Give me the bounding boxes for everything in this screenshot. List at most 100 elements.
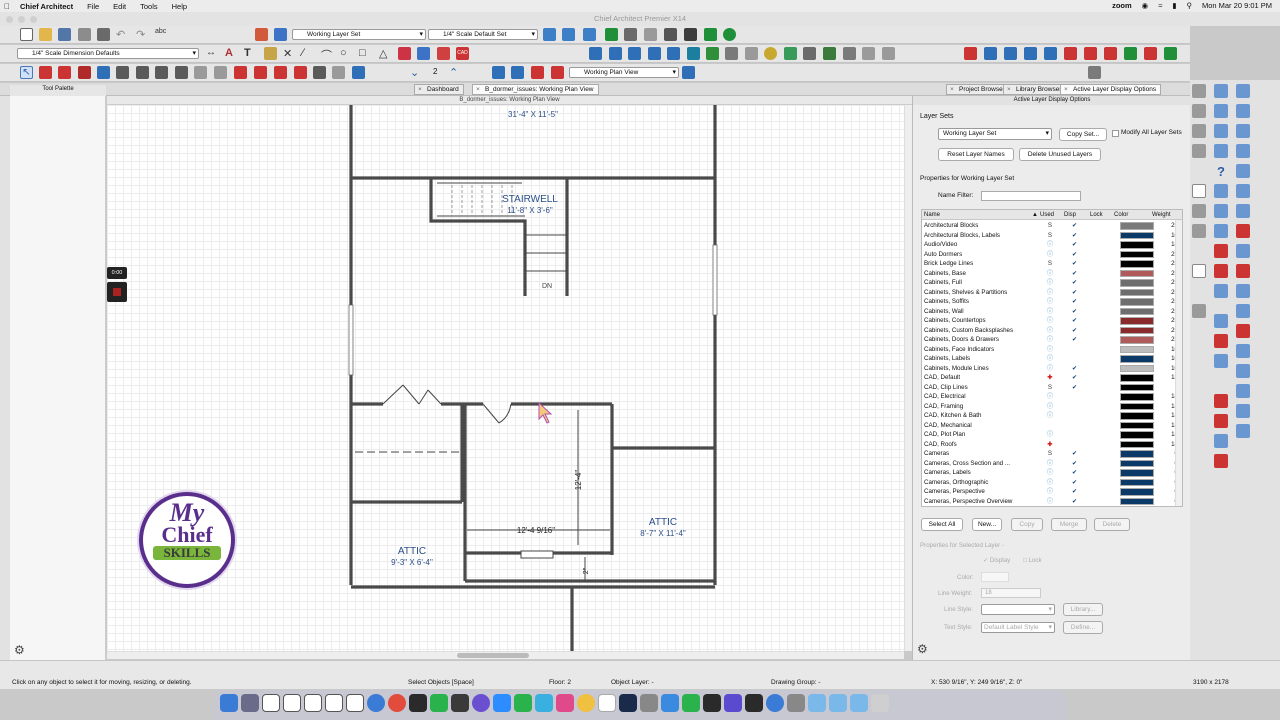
display-check-icon[interactable]: ✔ <box>1072 449 1077 459</box>
overview-icon[interactable] <box>644 28 657 41</box>
display-check-icon[interactable]: ✔ <box>1072 231 1077 241</box>
layer-display-icon[interactable] <box>255 28 268 41</box>
angle-snap-icon[interactable] <box>1214 204 1228 218</box>
display-check-icon[interactable]: ✔ <box>1072 221 1077 231</box>
gear-icon[interactable]: ⚙ <box>14 643 25 657</box>
fill-window-icon[interactable] <box>1214 124 1228 138</box>
dimension-small[interactable]: 2" <box>583 567 590 574</box>
layer-color-swatch[interactable] <box>1120 393 1154 401</box>
railing-icon[interactable] <box>78 66 91 79</box>
tools-icon[interactable] <box>583 28 596 41</box>
cone-icon[interactable] <box>1192 264 1206 278</box>
display-check-icon[interactable]: ✔ <box>1072 269 1077 279</box>
lock-cell[interactable] <box>1092 421 1102 430</box>
layer-color-swatch[interactable] <box>1120 421 1154 429</box>
open-folder-icon[interactable] <box>39 28 52 41</box>
slab-icon[interactable] <box>1192 304 1206 318</box>
col-lock[interactable]: Lock <box>1090 210 1103 220</box>
layer-row[interactable]: Cabinets, Labelsⓘ10 <box>922 354 1182 364</box>
spell-check-icon[interactable]: abc <box>155 28 168 41</box>
undo-zoom-icon[interactable] <box>1236 104 1250 118</box>
select-all-button[interactable]: Select All <box>921 518 963 531</box>
layer-row[interactable]: CAD, Default✚✔18 <box>922 373 1182 383</box>
door-tool-icon[interactable] <box>116 66 129 79</box>
display-check-icon[interactable]: ✔ <box>1072 487 1077 497</box>
rotate-icon[interactable] <box>1236 204 1250 218</box>
move-icon[interactable] <box>1236 164 1250 178</box>
curve-icon[interactable] <box>1214 264 1228 278</box>
library-button[interactable]: Library... <box>1063 603 1103 616</box>
obs-icon[interactable] <box>703 694 721 712</box>
section-icon[interactable] <box>1214 314 1228 328</box>
lock-cell[interactable] <box>1092 487 1102 496</box>
circle-tool-icon[interactable]: ○ <box>340 47 353 60</box>
search-icon[interactable]: ⚲ <box>1186 1 1192 10</box>
layout-view-icon[interactable] <box>531 66 544 79</box>
display-check-icon[interactable]: ✔ <box>1072 478 1077 488</box>
build-furniture-icon[interactable] <box>1164 47 1177 60</box>
lock-cell[interactable] <box>1092 345 1102 354</box>
layer-color-swatch[interactable] <box>1120 488 1154 496</box>
help-icon[interactable]: ? <box>1214 164 1228 179</box>
zoom-app-icon[interactable] <box>493 694 511 712</box>
layer-color-swatch[interactable] <box>1120 288 1154 296</box>
layer-color-swatch[interactable] <box>1120 402 1154 410</box>
camera-elevation-icon[interactable] <box>609 47 622 60</box>
lock-cell[interactable] <box>1092 411 1102 420</box>
tool-options-icon[interactable] <box>1088 66 1101 79</box>
fillet-icon[interactable] <box>1236 404 1250 418</box>
lock-cell[interactable] <box>1092 383 1102 392</box>
layer-color-swatch[interactable] <box>1120 440 1154 448</box>
display-check-icon[interactable]: ✔ <box>1072 240 1077 250</box>
activity-monitor-icon[interactable] <box>745 694 763 712</box>
lock-cell[interactable] <box>1092 364 1102 373</box>
lock-cell[interactable] <box>1092 402 1102 411</box>
delete-layer-button[interactable]: Delete <box>1094 518 1130 531</box>
trim-icon[interactable] <box>1214 284 1228 298</box>
elevation-view-icon[interactable] <box>511 66 524 79</box>
chrome-icon[interactable] <box>388 694 406 712</box>
display-check-icon[interactable]: ✔ <box>1072 373 1077 383</box>
layer-color-swatch[interactable] <box>1120 326 1154 334</box>
lock-cell[interactable] <box>1092 449 1102 458</box>
lock-checkbox[interactable]: □ Lock <box>1023 557 1042 564</box>
camera-view-icon[interactable] <box>605 28 618 41</box>
offset-icon[interactable] <box>1236 384 1250 398</box>
display-check-icon[interactable]: ✔ <box>1072 364 1077 374</box>
facetime-icon[interactable] <box>514 694 532 712</box>
lock-cell[interactable] <box>1092 440 1102 449</box>
extend-icon[interactable] <box>1236 364 1250 378</box>
app-icon[interactable] <box>451 694 469 712</box>
layer-row[interactable]: Cabinets, Soffitsⓘ✔25 <box>922 297 1182 307</box>
camera-icon[interactable]: ◉ <box>1142 1 1149 10</box>
layer-row[interactable]: Cameras, Cross Section and ...ⓘ✔0 <box>922 459 1182 469</box>
materials-view-icon[interactable] <box>551 66 564 79</box>
col-used[interactable]: Used <box>1040 210 1054 220</box>
stop-recording-button[interactable] <box>107 282 127 302</box>
join-icon[interactable] <box>1214 434 1228 448</box>
lock-cell[interactable] <box>1092 459 1102 468</box>
name-filter-input[interactable] <box>981 191 1081 201</box>
display-check-icon[interactable]: ✔ <box>1072 459 1077 469</box>
new-plan-icon[interactable] <box>20 28 33 41</box>
photos-icon[interactable] <box>577 694 595 712</box>
layer-color-swatch[interactable] <box>1120 307 1154 315</box>
chief-architect-x12-icon[interactable] <box>283 694 301 712</box>
zoom-out-icon[interactable] <box>1214 104 1228 118</box>
wifi-icon[interactable]: ≈ <box>1158 1 1162 10</box>
display-check-icon[interactable]: ✔ <box>1072 288 1077 298</box>
cad-icon[interactable]: CAD <box>456 47 469 60</box>
chamfer-icon[interactable] <box>1236 424 1250 438</box>
layer-row[interactable]: Cabinets, Custom Backsplashesⓘ✔25 <box>922 326 1182 336</box>
transform-icon[interactable] <box>1236 344 1250 358</box>
chief-architect-x13-icon[interactable] <box>304 694 322 712</box>
downloads-folder-icon[interactable] <box>808 694 826 712</box>
delete-icon[interactable] <box>1236 324 1250 338</box>
canva-icon[interactable] <box>556 694 574 712</box>
lock-cell[interactable] <box>1092 316 1102 325</box>
chief-architect-x15-icon[interactable] <box>346 694 364 712</box>
new-layer-button[interactable]: New... <box>972 518 1002 531</box>
select-objects-icon[interactable]: ↖ <box>20 66 33 79</box>
house-tool-icon[interactable] <box>254 66 267 79</box>
grid-icon[interactable] <box>1214 144 1228 158</box>
